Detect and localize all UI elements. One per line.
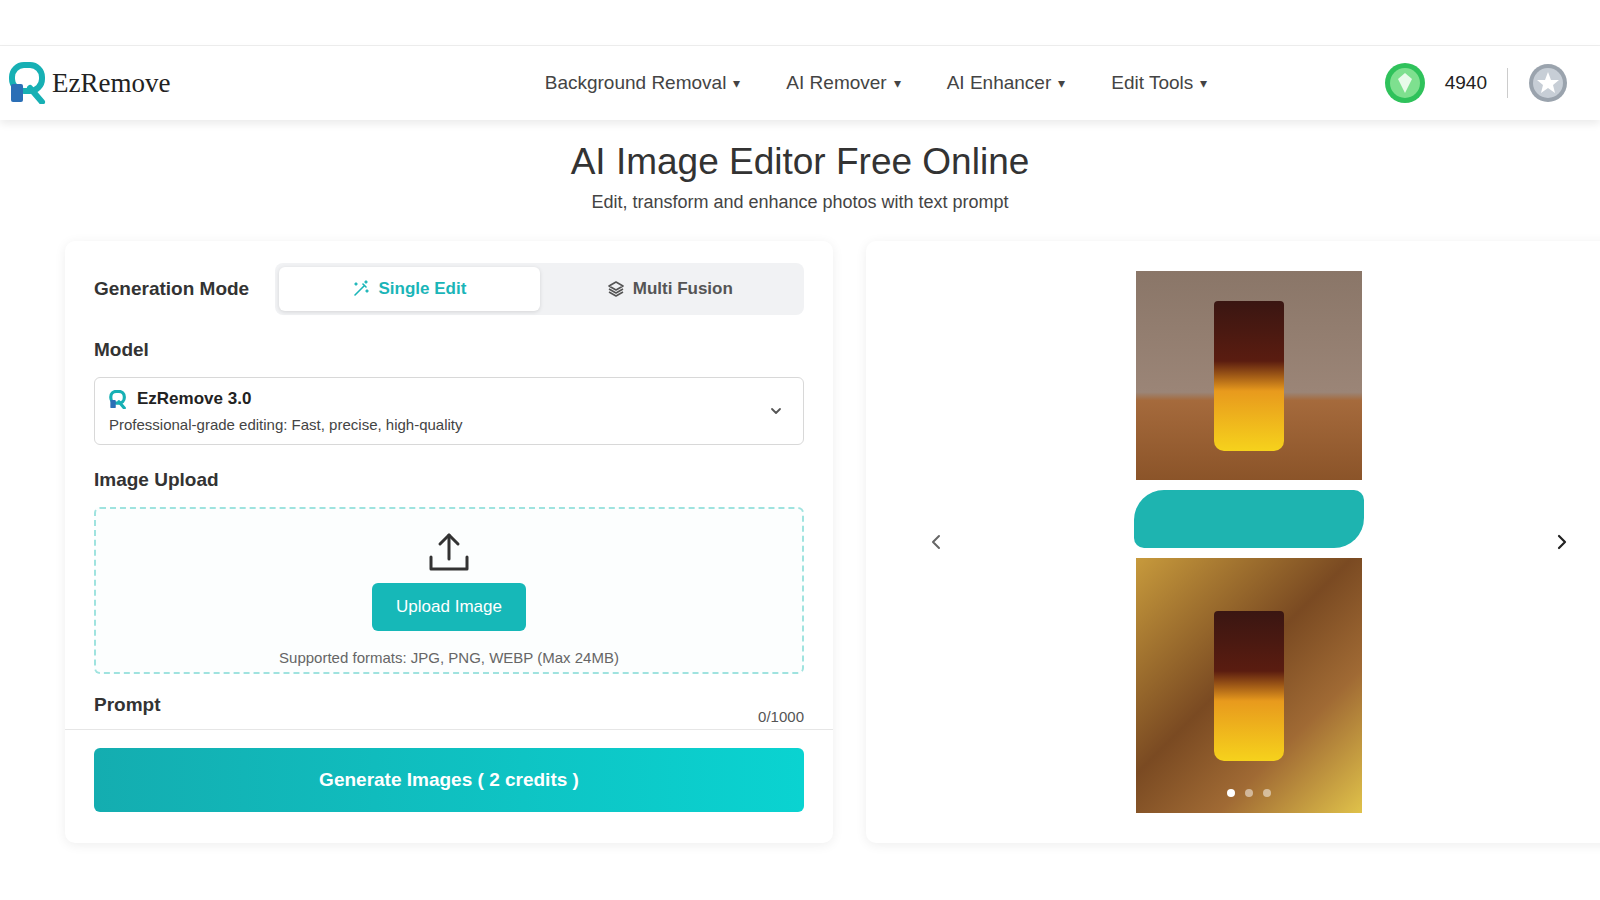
brand-name: EzRemove	[52, 68, 170, 99]
upload-dropzone[interactable]: Upload Image Supported formats: JPG, PNG,…	[94, 507, 804, 674]
nav-item[interactable]: AI Enhancer ▾	[947, 72, 1066, 94]
prompt-label: Prompt	[94, 694, 161, 716]
magic-wand-icon	[352, 280, 370, 298]
top-strip	[0, 0, 1600, 46]
model-select[interactable]: EzRemove 3.0 Professional-grade editing: …	[94, 377, 804, 445]
account-area: 4940	[1328, 61, 1568, 105]
prompt-counter: 0/1000	[758, 708, 804, 725]
cup-shape	[1214, 301, 1284, 451]
hero-subtitle: Edit, transform and enhance photos with …	[0, 192, 1600, 213]
nav-label: AI Remover	[786, 72, 886, 94]
chevron-right-icon[interactable]	[1552, 532, 1572, 552]
mode-label: Generation Mode	[94, 278, 249, 300]
example-caption-graphic	[1134, 490, 1364, 548]
logo-icon	[8, 62, 48, 104]
nav-item[interactable]: Background Removal ▾	[545, 72, 741, 94]
caret-icon: ▾	[1058, 75, 1065, 91]
nav-label: AI Enhancer	[947, 72, 1052, 94]
page: EzRemoveBackground Removal▾AI Remover▾AI…	[0, 0, 1600, 900]
model-name: EzRemove 3.0	[109, 389, 463, 409]
main: Generation Mode Single Edit Multi Fusion Mo…	[0, 241, 1600, 843]
nav-item[interactable]: AI Remover ▾	[786, 72, 900, 94]
example-image	[1136, 271, 1362, 813]
hero-title: AI Image Editor Free Online	[0, 140, 1600, 184]
form-footer: Generate Images ( 2 credits )	[65, 729, 833, 832]
divider	[1507, 68, 1508, 98]
chevron-left-icon[interactable]	[926, 532, 946, 552]
mode-option[interactable]: Single Edit	[279, 267, 539, 311]
credits-count: 4940	[1445, 72, 1487, 94]
form-card: Generation Mode Single Edit Multi Fusion Mo…	[65, 241, 833, 843]
upload-button[interactable]: Upload Image	[372, 583, 526, 631]
caret-icon: ▾	[1200, 75, 1207, 91]
model-select-text: EzRemove 3.0 Professional-grade editing: …	[109, 389, 463, 433]
gem-icon[interactable]	[1383, 61, 1427, 105]
avatar-star-icon[interactable]	[1528, 63, 1568, 103]
nav-label: Background Removal	[545, 72, 727, 94]
mode-switch: Single Edit Multi Fusion	[275, 263, 804, 315]
caret-icon: ▾	[894, 75, 901, 91]
preview-card	[866, 241, 1600, 843]
brand-logo[interactable]: EzRemove	[8, 62, 428, 104]
hero: AI Image Editor Free Online Edit, transfo…	[0, 120, 1600, 213]
example-photo-before	[1136, 271, 1362, 480]
carousel-dot[interactable]	[1245, 789, 1253, 797]
generate-button[interactable]: Generate Images ( 2 credits )	[94, 748, 804, 812]
mode-row: Generation Mode Single Edit Multi Fusion	[94, 263, 804, 315]
upload-label: Image Upload	[94, 469, 804, 491]
nav-item[interactable]: Edit Tools ▾	[1111, 72, 1207, 94]
mode-option-label: Multi Fusion	[633, 279, 733, 299]
model-logo-icon	[109, 390, 127, 409]
caret-icon: ▾	[733, 75, 740, 91]
carousel-dot[interactable]	[1263, 789, 1271, 797]
model-description: Professional-grade editing: Fast, precis…	[109, 416, 463, 433]
carousel-dot[interactable]	[1227, 789, 1235, 797]
form-body: Generation Mode Single Edit Multi Fusion Mo…	[65, 241, 833, 729]
chevron-down-icon	[769, 404, 783, 418]
mode-option-label: Single Edit	[378, 279, 466, 299]
example-photo-after	[1136, 558, 1362, 813]
model-name-text: EzRemove 3.0	[137, 389, 251, 409]
main-nav: Background Removal▾AI Remover▾AI Enhance…	[424, 72, 1328, 94]
cup-shape	[1214, 611, 1284, 761]
upload-hint: Supported formats: JPG, PNG, WEBP (Max 2…	[279, 649, 619, 666]
navbar: EzRemoveBackground Removal▾AI Remover▾AI…	[0, 46, 1600, 120]
layers-icon	[607, 280, 625, 298]
carousel-dots	[1136, 789, 1362, 797]
model-label: Model	[94, 339, 804, 361]
mode-option[interactable]: Multi Fusion	[540, 267, 800, 311]
upload-icon	[427, 531, 471, 573]
nav-label: Edit Tools	[1111, 72, 1193, 94]
prompt-row: Prompt 0/1000	[94, 694, 804, 725]
